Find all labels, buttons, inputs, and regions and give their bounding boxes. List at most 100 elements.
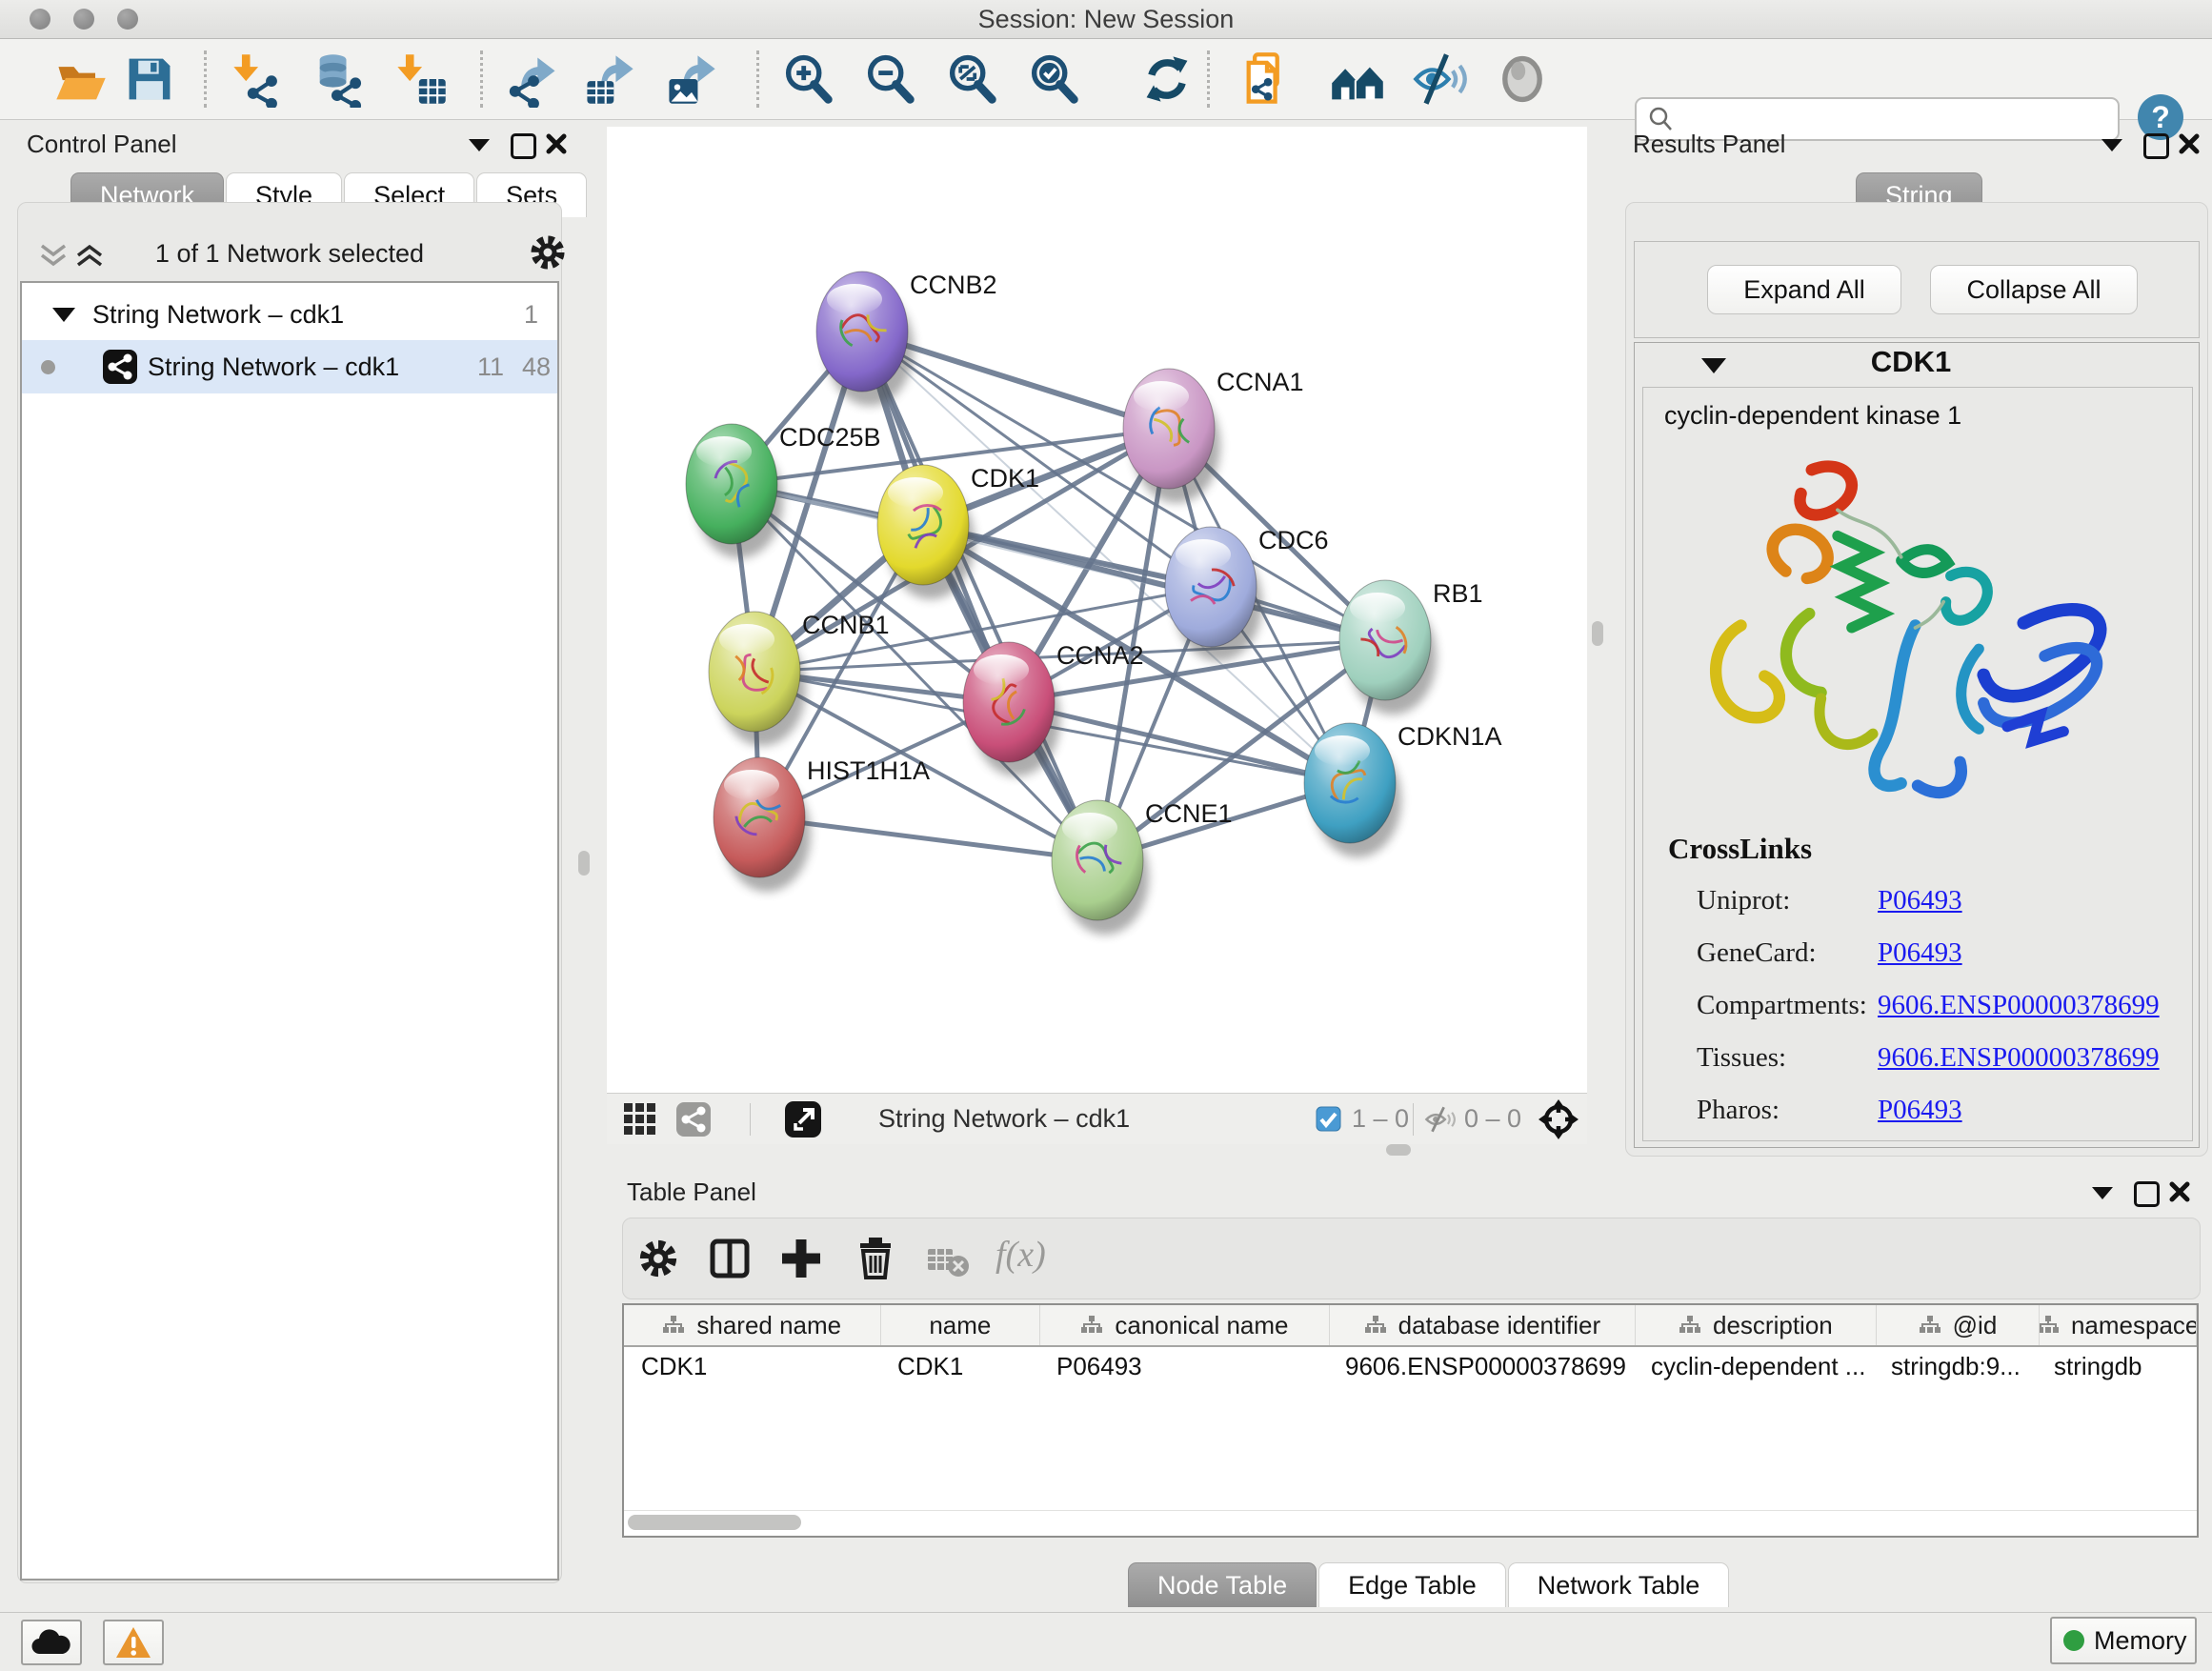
tab-network-table[interactable]: Network Table xyxy=(1508,1562,1730,1607)
scrollbar-thumb[interactable] xyxy=(628,1515,801,1530)
column-label: database identifier xyxy=(1398,1311,1600,1340)
table-cell[interactable]: stringdb xyxy=(2037,1347,2193,1385)
import-table-icon[interactable] xyxy=(392,50,450,108)
column-header-name[interactable]: name xyxy=(881,1305,1041,1345)
column-header-shared-name[interactable]: shared name xyxy=(624,1305,881,1345)
add-column-icon[interactable] xyxy=(778,1236,824,1281)
tree-expander-icon[interactable] xyxy=(52,308,75,322)
warning-button[interactable] xyxy=(103,1620,164,1665)
save-disk-icon[interactable] xyxy=(121,50,178,108)
table-panel: Table Panel f(x) shared namenamecanonica… xyxy=(607,1156,2212,1612)
folder-open-icon[interactable] xyxy=(52,50,110,108)
column-header-@id[interactable]: @id xyxy=(1877,1305,2041,1345)
zoom-fit-icon[interactable] xyxy=(943,50,1000,108)
column-header-canonical-name[interactable]: canonical name xyxy=(1040,1305,1329,1345)
refresh-icon[interactable] xyxy=(1138,50,1196,108)
import-database-icon[interactable] xyxy=(311,50,368,108)
splitter-handle[interactable] xyxy=(1592,621,1603,646)
crosshair-icon[interactable] xyxy=(1537,1097,1580,1141)
panel-float-icon[interactable] xyxy=(511,133,536,159)
crosslink-label: Compartments: xyxy=(1697,990,1867,1021)
table-cell[interactable]: 9606.ENSP00000378699 xyxy=(1328,1347,1634,1385)
panel-menu-icon[interactable] xyxy=(469,139,490,151)
network-node-CDKN1A[interactable] xyxy=(1304,723,1401,857)
grid-icon[interactable] xyxy=(622,1101,658,1137)
footer-separator xyxy=(1413,1103,1414,1136)
column-header-namespace[interactable]: namespace xyxy=(2040,1305,2197,1345)
column-header-database-identifier[interactable]: database identifier xyxy=(1330,1305,1636,1345)
collapse-all-icon[interactable] xyxy=(37,243,70,268)
splitter-handle[interactable] xyxy=(1386,1144,1411,1156)
export-image-icon[interactable] xyxy=(663,50,720,108)
crosslink-value[interactable]: 9606.ENSP00000378699 xyxy=(1878,990,2160,1021)
expand-all-button[interactable]: Expand All xyxy=(1707,265,1901,314)
panel-close-icon[interactable] xyxy=(2168,1180,2191,1203)
table-row[interactable]: CDK1CDK1P064939606.ENSP00000378699cyclin… xyxy=(624,1347,2197,1385)
selected-checkbox[interactable] xyxy=(1316,1106,1341,1132)
export-table-icon[interactable] xyxy=(581,50,638,108)
crosslink-value[interactable]: P06493 xyxy=(1878,885,1962,916)
table-cell[interactable]: CDK1 xyxy=(880,1347,1039,1385)
houses-icon[interactable] xyxy=(1329,50,1386,108)
network-label: String Network – cdk1 xyxy=(148,352,399,382)
selection-status: 1 of 1 Network selected xyxy=(113,239,466,270)
node-label-CDC25B: CDC25B xyxy=(779,423,881,452)
tab-edge-table[interactable]: Edge Table xyxy=(1318,1562,1506,1607)
zoom-out-icon[interactable] xyxy=(861,50,918,108)
expand-all-icon[interactable] xyxy=(73,243,106,268)
eye-slash-icon[interactable] xyxy=(1412,50,1469,108)
network-node-CCNB1[interactable] xyxy=(709,612,806,746)
gear-icon[interactable] xyxy=(635,1236,681,1281)
network-node-CCNB2[interactable] xyxy=(816,272,914,406)
panel-menu-icon[interactable] xyxy=(2092,1187,2113,1199)
panel-close-icon[interactable] xyxy=(545,132,568,155)
memory-button[interactable]: Memory xyxy=(2050,1617,2197,1664)
table-cell[interactable]: cyclin-dependent ... xyxy=(1634,1347,1874,1385)
delete-table-icon[interactable] xyxy=(926,1241,970,1279)
network-icon xyxy=(102,349,138,385)
table-cell[interactable]: CDK1 xyxy=(624,1347,880,1385)
network-collection-row[interactable]: String Network – cdk1 1 xyxy=(22,289,557,340)
splitter-handle[interactable] xyxy=(578,851,590,876)
network-node-CCNE1[interactable] xyxy=(1052,800,1149,935)
crosslink-value[interactable]: P06493 xyxy=(1878,1095,1962,1126)
column-header-description[interactable]: description xyxy=(1636,1305,1877,1345)
split-columns-icon[interactable] xyxy=(707,1236,753,1281)
crosslink-row: Compartments: 9606.ENSP00000378699 xyxy=(1643,980,2192,1033)
network-node-CCNA2[interactable] xyxy=(963,642,1060,776)
table-cell[interactable]: stringdb:9... xyxy=(1874,1347,2037,1385)
tab-node-table[interactable]: Node Table xyxy=(1128,1562,1317,1607)
network-row-selected[interactable]: String Network – cdk1 11 48 xyxy=(22,340,557,393)
gear-icon[interactable] xyxy=(527,232,569,273)
network-canvas[interactable]: CCNB2CCNA1CDC25BCDK1CDC6RB1CCNB1CCNA2CDK… xyxy=(607,127,1587,1093)
cloud-button[interactable] xyxy=(21,1620,82,1665)
crosslink-value[interactable]: 9606.ENSP00000378699 xyxy=(1878,1042,2160,1074)
panel-close-icon[interactable] xyxy=(2178,132,2201,155)
network-node-HIST1H1A[interactable] xyxy=(714,757,811,892)
panel-float-icon[interactable] xyxy=(2143,133,2169,159)
export-network-icon[interactable] xyxy=(505,50,562,108)
panel-menu-icon[interactable] xyxy=(2101,139,2122,151)
share-icon[interactable] xyxy=(675,1101,712,1137)
horizontal-scrollbar[interactable] xyxy=(624,1510,2197,1536)
zoom-in-icon[interactable] xyxy=(779,50,836,108)
crosslink-value[interactable]: P06493 xyxy=(1878,937,1962,969)
crosslink-label: GeneCard: xyxy=(1697,937,1817,969)
panel-float-icon[interactable] xyxy=(2134,1181,2160,1207)
zoom-selected-icon[interactable] xyxy=(1025,50,1082,108)
external-link-icon[interactable] xyxy=(784,1100,822,1138)
function-icon[interactable]: f(x) xyxy=(995,1234,1046,1276)
import-network-icon[interactable] xyxy=(229,50,286,108)
table-header-row: shared namenamecanonical name database id… xyxy=(624,1305,2197,1347)
network-node-CDC6[interactable] xyxy=(1165,527,1262,661)
document-share-icon[interactable] xyxy=(1238,50,1296,108)
table-cell[interactable]: P06493 xyxy=(1039,1347,1328,1385)
crosslink-label: Pharos: xyxy=(1697,1095,1780,1126)
network-node-RB1[interactable] xyxy=(1339,580,1437,715)
delete-column-icon[interactable] xyxy=(853,1236,898,1281)
section-expander-icon[interactable] xyxy=(1701,358,1726,373)
eye-icon[interactable] xyxy=(1494,50,1551,108)
warning-icon xyxy=(115,1625,151,1660)
eye-slash-icon[interactable] xyxy=(1424,1106,1457,1133)
collapse-all-button[interactable]: Collapse All xyxy=(1930,265,2138,314)
